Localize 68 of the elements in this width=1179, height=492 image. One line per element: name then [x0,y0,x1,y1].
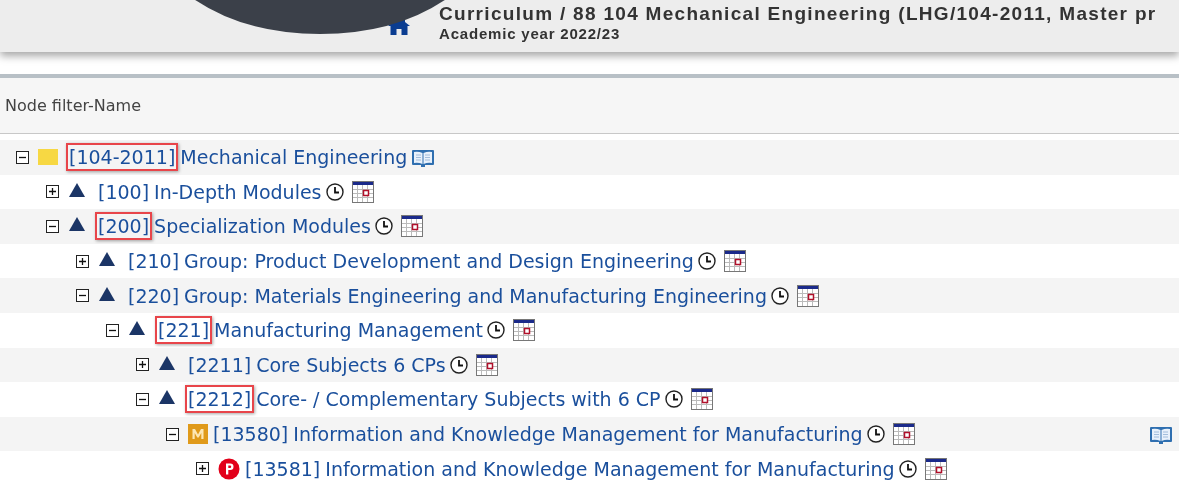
collapse-icon[interactable] [136,392,149,406]
folder-icon [38,149,58,166]
triangle-icon [158,354,176,371]
node-code-link[interactable]: [13580] [210,420,292,449]
clock-icon[interactable] [898,459,917,478]
clock-icon[interactable] [770,286,789,305]
triangle-icon [68,216,86,233]
module-icon [188,424,208,445]
collapse-icon[interactable] [106,323,119,337]
page-subtitle: Academic year 2022/23 [439,25,622,43]
triangle-icon [158,389,176,406]
node-code-link[interactable]: [200] [95,212,153,241]
collapse-icon[interactable] [46,220,59,233]
calendar-icon[interactable] [400,215,423,238]
node-code-link[interactable]: [221] [155,316,213,345]
tree-row[interactable]: [104-2011] Mechanical Engineering [0,140,1179,175]
calendar-icon[interactable] [723,250,746,273]
book-icon[interactable] [1149,424,1173,444]
node-code-link[interactable]: [100] [95,177,153,206]
calendar-icon[interactable] [475,353,498,376]
triangle-icon [98,285,116,302]
collapse-icon[interactable] [76,289,89,303]
calendar-icon[interactable] [892,423,915,446]
expand-icon[interactable] [46,185,59,199]
page-title: Curriculum / 88 104 Mechanical Engineering (LHG/104-2011, Master pr [439,3,1157,25]
node-title-link[interactable]: Specialization Modules [154,215,371,238]
tree-row[interactable]: [220] Group: Materials Engineering and Manufacturing Engineering [0,278,1179,313]
clock-icon[interactable] [325,182,344,201]
filter-label: Node filter-Name [5,96,141,115]
calendar-icon[interactable] [690,388,713,411]
expand-icon[interactable] [196,462,209,476]
calendar-icon[interactable] [924,457,947,480]
node-title-link[interactable]: Information and Knowledge Management for Manufacturing [325,457,895,480]
tree-row[interactable]: [2211] Core Subjects 6 CPs [0,347,1179,383]
calendar-icon[interactable] [351,180,374,203]
triangle-icon [128,320,146,337]
clock-icon[interactable] [697,252,716,271]
clock-icon[interactable] [449,355,468,374]
clock-icon[interactable] [866,425,885,444]
triangle-icon [68,181,86,198]
node-title-link[interactable]: Group: Materials Engineering and Manufacturing Engineering [184,284,767,307]
node-code-link[interactable]: [210] [125,247,183,276]
node-code-link[interactable]: [104-2011] [66,143,179,172]
exam-icon [218,457,240,480]
node-title-link[interactable]: Mechanical Engineering [180,146,408,169]
clock-icon[interactable] [664,390,683,409]
expand-icon[interactable] [136,358,149,372]
node-title-link[interactable]: Core- / Complementary Subjects with 6 CP [256,388,661,411]
calendar-icon[interactable] [512,319,535,342]
tree-row[interactable]: [200] Specialization Modules [0,209,1179,244]
clock-icon[interactable] [374,217,393,236]
collapse-icon[interactable] [166,427,179,441]
calendar-icon[interactable] [796,284,819,307]
node-title-link[interactable]: Information and Knowledge Management for Manufacturing [293,423,863,446]
node-title-link[interactable]: Manufacturing Management [214,319,483,342]
book-icon[interactable] [411,147,436,167]
expand-icon[interactable] [76,254,89,268]
node-title-link[interactable]: In-Depth Modules [154,180,322,203]
node-code-link[interactable]: [13581] [242,454,324,483]
tree-row[interactable]: [13580] Information and Knowledge Management for Manufacturing [0,416,1179,452]
collapse-icon[interactable] [16,150,29,164]
node-code-link[interactable]: [2211] [185,350,255,379]
node-code-link[interactable]: [220] [125,281,183,310]
node-title-link[interactable]: Core Subjects 6 CPs [256,353,446,376]
clock-icon[interactable] [486,321,505,340]
node-code-link[interactable]: [2212] [185,385,255,414]
triangle-icon [98,251,116,268]
node-title-link[interactable]: Group: Product Development and Design Engineering [184,250,694,273]
